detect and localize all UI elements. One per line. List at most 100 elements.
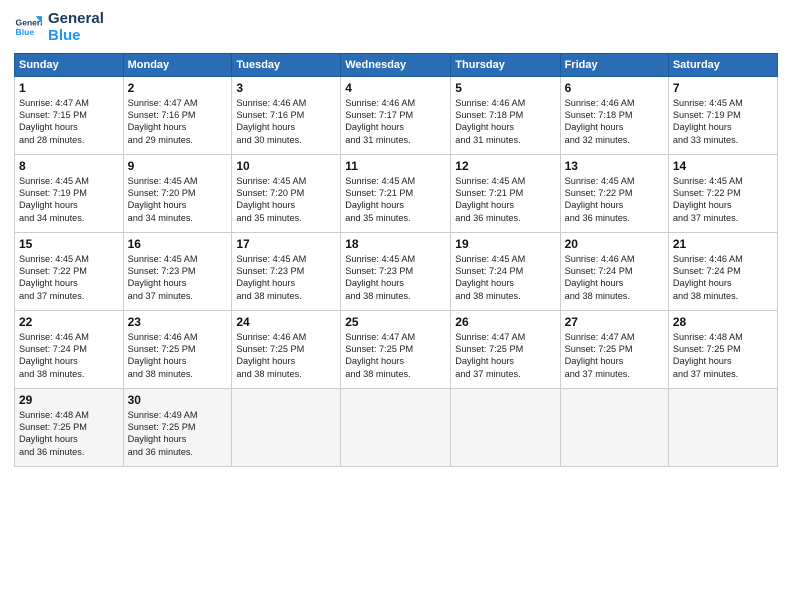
calendar-week-5: 29 Sunrise: 4:48 AMSunset: 7:25 PMDayligh… — [15, 388, 778, 466]
calendar-table: SundayMondayTuesdayWednesdayThursdayFrid… — [14, 53, 778, 467]
day-number: 1 — [19, 81, 119, 95]
calendar-cell — [341, 388, 451, 466]
day-info: Sunrise: 4:46 AMSunset: 7:18 PMDaylight … — [455, 97, 555, 147]
svg-text:General: General — [16, 18, 42, 28]
calendar-cell: 9 Sunrise: 4:45 AMSunset: 7:20 PMDaylight… — [123, 154, 232, 232]
calendar-cell: 1 Sunrise: 4:47 AMSunset: 7:15 PMDaylight… — [15, 76, 124, 154]
day-info: Sunrise: 4:48 AMSunset: 7:25 PMDaylight … — [673, 331, 773, 381]
logo-icon: General Blue — [14, 13, 42, 41]
weekday-tuesday: Tuesday — [232, 53, 341, 76]
calendar-cell: 12Sunrise: 4:45 AMSunset: 7:21 PMDayligh… — [451, 154, 560, 232]
calendar-cell: 15 Sunrise: 4:45 AMSunset: 7:22 PMDayligh… — [15, 232, 124, 310]
calendar-cell: 17 Sunrise: 4:45 AMSunset: 7:23 PMDayligh… — [232, 232, 341, 310]
calendar-cell: 30Sunrise: 4:49 AMSunset: 7:25 PMDayligh… — [123, 388, 232, 466]
day-info: Sunrise: 4:47 AMSunset: 7:25 PMDaylight … — [565, 331, 664, 381]
day-number: 24 — [236, 315, 336, 329]
weekday-thursday: Thursday — [451, 53, 560, 76]
calendar-cell: 23 Sunrise: 4:46 AMSunset: 7:25 PMDayligh… — [123, 310, 232, 388]
day-number: 3 — [236, 81, 336, 95]
logo-general: General — [48, 10, 104, 27]
calendar-cell — [232, 388, 341, 466]
day-number: 20 — [565, 237, 664, 251]
day-info: Sunrise: 4:47 AMSunset: 7:15 PMDaylight … — [19, 97, 119, 147]
calendar-cell: 4 Sunrise: 4:46 AMSunset: 7:17 PMDaylight… — [341, 76, 451, 154]
weekday-sunday: Sunday — [15, 53, 124, 76]
day-info: Sunrise: 4:46 AMSunset: 7:25 PMDaylight … — [236, 331, 336, 381]
calendar-week-1: 1 Sunrise: 4:47 AMSunset: 7:15 PMDaylight… — [15, 76, 778, 154]
day-number: 29 — [19, 393, 119, 407]
calendar-cell: 21Sunrise: 4:46 AMSunset: 7:24 PMDayligh… — [668, 232, 777, 310]
day-info: Sunrise: 4:45 AMSunset: 7:22 PMDaylight … — [565, 175, 664, 225]
day-number: 26 — [455, 315, 555, 329]
day-info: Sunrise: 4:48 AMSunset: 7:25 PMDaylight … — [19, 409, 119, 459]
calendar-cell: 13Sunrise: 4:45 AMSunset: 7:22 PMDayligh… — [560, 154, 668, 232]
day-info: Sunrise: 4:46 AMSunset: 7:17 PMDaylight … — [345, 97, 446, 147]
day-number: 14 — [673, 159, 773, 173]
calendar-container: General Blue General Blue SundayMondayTu… — [0, 0, 792, 477]
calendar-cell: 3 Sunrise: 4:46 AMSunset: 7:16 PMDaylight… — [232, 76, 341, 154]
day-number: 10 — [236, 159, 336, 173]
weekday-friday: Friday — [560, 53, 668, 76]
day-info: Sunrise: 4:45 AMSunset: 7:20 PMDaylight … — [128, 175, 228, 225]
header: General Blue General Blue — [14, 10, 778, 45]
day-info: Sunrise: 4:45 AMSunset: 7:21 PMDaylight … — [455, 175, 555, 225]
logo: General Blue General Blue — [14, 10, 104, 45]
calendar-cell: 28 Sunrise: 4:48 AMSunset: 7:25 PMDayligh… — [668, 310, 777, 388]
calendar-header: SundayMondayTuesdayWednesdayThursdayFrid… — [15, 53, 778, 76]
day-number: 22 — [19, 315, 119, 329]
weekday-monday: Monday — [123, 53, 232, 76]
day-number: 28 — [673, 315, 773, 329]
day-info: Sunrise: 4:46 AMSunset: 7:16 PMDaylight … — [236, 97, 336, 147]
calendar-cell: 6 Sunrise: 4:46 AMSunset: 7:18 PMDaylight… — [560, 76, 668, 154]
weekday-saturday: Saturday — [668, 53, 777, 76]
calendar-cell: 16 Sunrise: 4:45 AMSunset: 7:23 PMDayligh… — [123, 232, 232, 310]
day-info: Sunrise: 4:46 AMSunset: 7:18 PMDaylight … — [565, 97, 664, 147]
calendar-cell: 25 Sunrise: 4:47 AMSunset: 7:25 PMDayligh… — [341, 310, 451, 388]
day-number: 9 — [128, 159, 228, 173]
calendar-cell: 26 Sunrise: 4:47 AMSunset: 7:25 PMDayligh… — [451, 310, 560, 388]
calendar-cell: 24 Sunrise: 4:46 AMSunset: 7:25 PMDayligh… — [232, 310, 341, 388]
day-number: 25 — [345, 315, 446, 329]
calendar-cell: 11Sunrise: 4:45 AMSunset: 7:21 PMDayligh… — [341, 154, 451, 232]
day-info: Sunrise: 4:45 AMSunset: 7:19 PMDaylight … — [19, 175, 119, 225]
day-number: 16 — [128, 237, 228, 251]
day-info: Sunrise: 4:47 AMSunset: 7:25 PMDaylight … — [455, 331, 555, 381]
day-number: 23 — [128, 315, 228, 329]
calendar-week-3: 15 Sunrise: 4:45 AMSunset: 7:22 PMDayligh… — [15, 232, 778, 310]
day-number: 4 — [345, 81, 446, 95]
day-info: Sunrise: 4:46 AMSunset: 7:25 PMDaylight … — [128, 331, 228, 381]
day-info: Sunrise: 4:45 AMSunset: 7:23 PMDaylight … — [128, 253, 228, 303]
day-info: Sunrise: 4:47 AMSunset: 7:25 PMDaylight … — [345, 331, 446, 381]
calendar-cell: 27 Sunrise: 4:47 AMSunset: 7:25 PMDayligh… — [560, 310, 668, 388]
weekday-header-row: SundayMondayTuesdayWednesdayThursdayFrid… — [15, 53, 778, 76]
day-number: 8 — [19, 159, 119, 173]
day-number: 15 — [19, 237, 119, 251]
calendar-cell: 14Sunrise: 4:45 AMSunset: 7:22 PMDayligh… — [668, 154, 777, 232]
day-info: Sunrise: 4:45 AMSunset: 7:21 PMDaylight … — [345, 175, 446, 225]
day-number: 5 — [455, 81, 555, 95]
day-info: Sunrise: 4:45 AMSunset: 7:22 PMDaylight … — [19, 253, 119, 303]
day-info: Sunrise: 4:45 AMSunset: 7:20 PMDaylight … — [236, 175, 336, 225]
calendar-body: 1 Sunrise: 4:47 AMSunset: 7:15 PMDaylight… — [15, 76, 778, 466]
day-number: 27 — [565, 315, 664, 329]
day-info: Sunrise: 4:45 AMSunset: 7:19 PMDaylight … — [673, 97, 773, 147]
calendar-cell: 22Sunrise: 4:46 AMSunset: 7:24 PMDayligh… — [15, 310, 124, 388]
day-number: 6 — [565, 81, 664, 95]
day-info: Sunrise: 4:45 AMSunset: 7:23 PMDaylight … — [236, 253, 336, 303]
day-number: 7 — [673, 81, 773, 95]
calendar-cell — [560, 388, 668, 466]
day-number: 19 — [455, 237, 555, 251]
logo-blue: Blue — [48, 27, 104, 44]
calendar-cell: 19 Sunrise: 4:45 AMSunset: 7:24 PMDayligh… — [451, 232, 560, 310]
calendar-cell: 2Sunrise: 4:47 AMSunset: 7:16 PMDaylight… — [123, 76, 232, 154]
calendar-cell: 7 Sunrise: 4:45 AMSunset: 7:19 PMDaylight… — [668, 76, 777, 154]
calendar-cell: 20 Sunrise: 4:46 AMSunset: 7:24 PMDayligh… — [560, 232, 668, 310]
calendar-cell: 10 Sunrise: 4:45 AMSunset: 7:20 PMDayligh… — [232, 154, 341, 232]
day-number: 2 — [128, 81, 228, 95]
calendar-cell: 8 Sunrise: 4:45 AMSunset: 7:19 PMDaylight… — [15, 154, 124, 232]
day-info: Sunrise: 4:45 AMSunset: 7:24 PMDaylight … — [455, 253, 555, 303]
day-number: 17 — [236, 237, 336, 251]
calendar-cell: 29 Sunrise: 4:48 AMSunset: 7:25 PMDayligh… — [15, 388, 124, 466]
weekday-wednesday: Wednesday — [341, 53, 451, 76]
day-info: Sunrise: 4:46 AMSunset: 7:24 PMDaylight … — [565, 253, 664, 303]
